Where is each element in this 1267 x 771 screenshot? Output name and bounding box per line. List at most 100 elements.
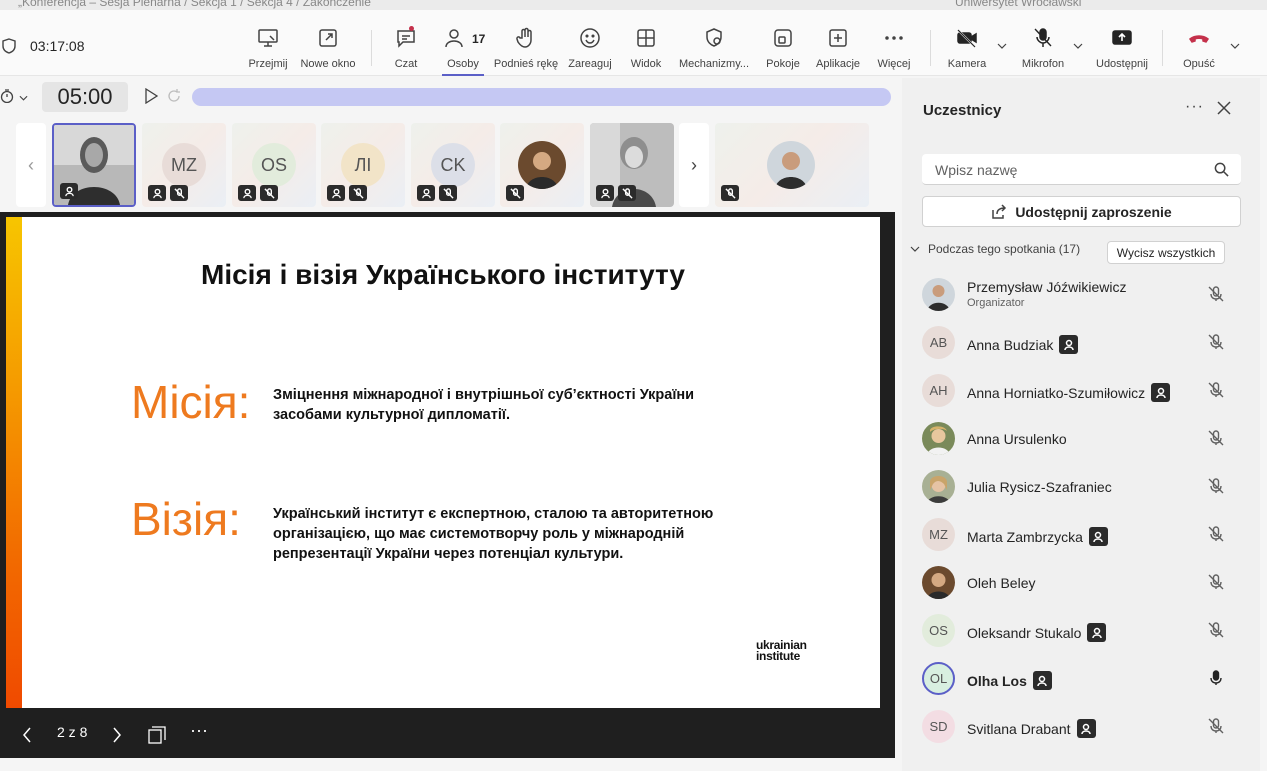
share-invite-button[interactable]: Udostępnij zaproszenie: [922, 196, 1241, 227]
next-slide-icon[interactable]: [112, 727, 122, 743]
view-button[interactable]: Widok: [630, 26, 662, 76]
share-button[interactable]: Udostępnij: [1094, 26, 1150, 76]
list-item[interactable]: Przemysław Jóźwikiewicz Organizator: [902, 270, 1260, 318]
strip-prev-button[interactable]: ‹: [16, 123, 46, 207]
participant-name: Olha Los: [967, 671, 1052, 690]
more-button[interactable]: Więcej: [877, 26, 911, 76]
participant-search[interactable]: Wpisz nazwę: [922, 154, 1241, 185]
camera-options-chevron-icon[interactable]: [997, 43, 1007, 49]
chevron-down-icon: [910, 246, 920, 252]
list-item[interactable]: AH Anna Horniatko-Szumiłowicz: [902, 366, 1260, 414]
react-button[interactable]: Zareaguj: [568, 26, 612, 76]
info-badge-icon: [1076, 719, 1096, 738]
video-tile[interactable]: ЛІ: [321, 123, 405, 207]
list-item[interactable]: SD Svitlana Drabant: [902, 702, 1260, 750]
chat-button[interactable]: Czat: [393, 26, 419, 76]
mic-off-icon: [439, 185, 457, 201]
mute-all-button[interactable]: Wycisz wszystkich: [1107, 241, 1225, 264]
meeting-elapsed-time: 03:17:08: [30, 38, 85, 54]
rooms-button[interactable]: Pokoje: [766, 26, 800, 76]
timer-options-chevron-icon[interactable]: [19, 95, 28, 101]
window-titlebar: „Konferencja – Sesja Plenarna / Sekcja 1…: [0, 0, 1267, 10]
list-item[interactable]: AB Anna Budziak: [902, 318, 1260, 366]
mic-off-icon: [1208, 526, 1224, 542]
info-badge-icon: [327, 185, 345, 201]
tile-status: [60, 183, 78, 199]
video-tile[interactable]: [52, 123, 136, 207]
reset-icon[interactable]: [166, 88, 182, 104]
info-badge-icon: [148, 185, 166, 201]
tile-status: [148, 185, 188, 201]
mic-off-icon: [170, 185, 188, 201]
camera-button[interactable]: Kamera: [947, 26, 987, 76]
play-icon[interactable]: [144, 88, 158, 104]
info-badge-icon: [417, 185, 435, 201]
slide-title: Місія і візія Українського інституту: [201, 259, 685, 290]
participant-name: Oleksandr Stukalo: [967, 623, 1107, 642]
info-badge-icon: [238, 185, 256, 201]
slide-grid-icon[interactable]: [148, 726, 166, 744]
info-badge-icon: [1088, 527, 1108, 546]
participant-name: Marta Zambrzycka: [967, 527, 1108, 546]
leave-button[interactable]: Opuść: [1182, 26, 1216, 76]
participant-name: Przemysław Jóźwikiewicz: [967, 279, 1127, 295]
share-screen-icon: [1112, 30, 1132, 45]
search-icon: [1214, 162, 1229, 177]
people-button[interactable]: 17 Osoby: [442, 26, 485, 76]
list-item[interactable]: OS Oleksandr Stukalo: [902, 606, 1260, 654]
panel-more-icon[interactable]: ···: [1185, 98, 1204, 116]
video-tile[interactable]: [715, 123, 869, 207]
section-header[interactable]: Podczas tego spotkania (17): [910, 242, 1080, 256]
list-item[interactable]: Anna Ursulenko: [902, 414, 1260, 462]
slide-more-icon[interactable]: ···: [190, 720, 208, 741]
leave-options-chevron-icon[interactable]: [1230, 43, 1240, 49]
mic-off-icon: [1208, 430, 1224, 446]
share-icon: [992, 203, 1007, 219]
avatar: SD: [922, 710, 955, 743]
video-tile[interactable]: CK: [411, 123, 495, 207]
search-input[interactable]: Wpisz nazwę: [935, 162, 1017, 178]
tile-status: [721, 185, 739, 201]
tile-status: [596, 185, 636, 201]
video-tile[interactable]: MZ: [142, 123, 226, 207]
avatar: [922, 566, 955, 599]
panel-title: Uczestnicy: [923, 102, 1002, 119]
list-item[interactable]: Julia Rysicz-Szafraniec: [902, 462, 1260, 510]
mechanisms-button[interactable]: Mechanizmy...: [678, 26, 750, 76]
org-name: Uniwersytet Wrocławski: [955, 0, 1082, 9]
mic-off-icon: [1034, 28, 1052, 47]
avatar: MZ: [922, 518, 955, 551]
info-badge-icon: [60, 183, 78, 199]
mic-button[interactable]: Mikrofon: [1019, 26, 1067, 76]
camera-off-icon: [957, 29, 977, 48]
new-window-button[interactable]: Nowe okno: [300, 26, 356, 76]
video-tile[interactable]: [500, 123, 584, 207]
strip-next-button[interactable]: ›: [679, 123, 709, 207]
shield-gear-icon: [706, 28, 722, 47]
list-item[interactable]: OL Olha Los: [902, 654, 1260, 702]
participant-initials: OS: [252, 143, 296, 187]
info-badge-icon: [1087, 623, 1107, 642]
window-title: „Konferencja – Sesja Plenarna / Sekcja 1…: [18, 0, 371, 9]
list-item[interactable]: MZ Marta Zambrzycka: [902, 510, 1260, 558]
video-tile[interactable]: OS: [232, 123, 316, 207]
hang-up-icon: [1188, 35, 1210, 43]
stopwatch-icon[interactable]: [0, 89, 14, 103]
video-tile[interactable]: [590, 123, 674, 207]
grid-icon: [637, 29, 655, 47]
tile-status: [506, 185, 524, 201]
prev-slide-icon[interactable]: [22, 727, 32, 743]
mic-options-chevron-icon[interactable]: [1073, 43, 1083, 49]
take-control-button[interactable]: Przejmij: [248, 26, 288, 76]
list-item[interactable]: Oleh Beley: [902, 558, 1260, 606]
apps-button[interactable]: Aplikacje: [816, 26, 860, 76]
countdown-timer: 05:00: [42, 82, 128, 112]
mic-off-icon: [349, 185, 367, 201]
mic-on-icon: [1210, 670, 1222, 685]
close-icon[interactable]: [1217, 101, 1231, 115]
meeting-toolbar: 03:17:08 Przejmij Nowe okno Czat 17 Osob…: [0, 10, 1267, 76]
avatar: [922, 422, 955, 455]
raise-hand-button[interactable]: Podnieś rękę: [494, 26, 558, 76]
avatar: AH: [922, 374, 955, 407]
mic-off-icon: [1208, 286, 1224, 302]
